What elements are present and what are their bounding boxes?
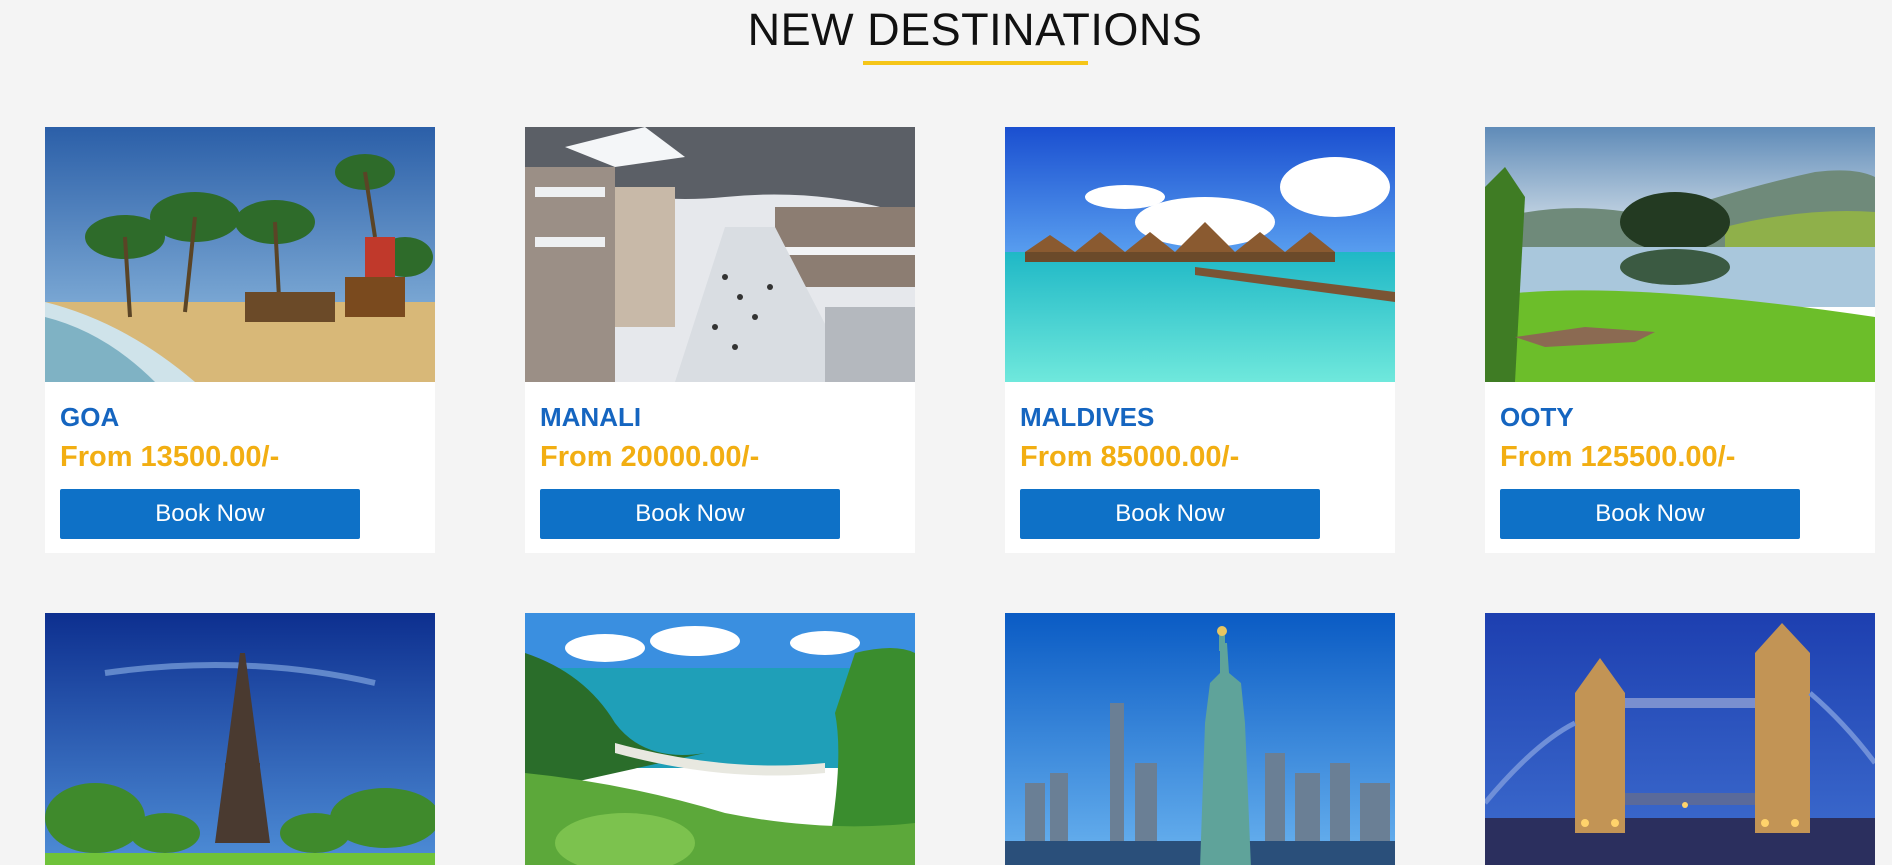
destination-card-new-york xyxy=(1005,613,1395,865)
destination-name: MALDIVES xyxy=(1020,402,1155,432)
destination-name: OOTY xyxy=(1500,402,1574,432)
destination-card-manali: MANALI From 20000.00/- Book Now xyxy=(525,127,915,553)
book-now-button-maldives[interactable]: Book Now xyxy=(1020,489,1320,539)
destination-name: MANALI xyxy=(540,402,642,432)
statue-of-liberty-image[interactable] xyxy=(1005,613,1395,865)
tropical-cove-image[interactable] xyxy=(525,613,915,865)
goa-beach-image[interactable] xyxy=(45,127,435,382)
maldives-water-villas-image[interactable] xyxy=(1005,127,1395,382)
destination-price: From 125500.00/- xyxy=(1500,441,1736,473)
destination-name: GOA xyxy=(60,402,120,432)
destination-price: From 85000.00/- xyxy=(1020,441,1240,473)
destination-card-tropical xyxy=(525,613,915,865)
manali-snow-town-image[interactable] xyxy=(525,127,915,382)
destination-card-ooty: OOTY From 125500.00/- Book Now xyxy=(1485,127,1875,553)
ooty-lake-image[interactable] xyxy=(1485,127,1875,382)
book-now-button-ooty[interactable]: Book Now xyxy=(1500,489,1800,539)
destination-card-london xyxy=(1485,613,1875,865)
title-underline xyxy=(863,61,1088,65)
destination-card-goa: GOA From 13500.00/- Book Now xyxy=(45,127,435,553)
book-now-button-goa[interactable]: Book Now xyxy=(60,489,360,539)
destination-card-paris xyxy=(45,613,435,865)
destination-price: From 20000.00/- xyxy=(540,441,760,473)
destination-price: From 13500.00/- xyxy=(60,441,280,473)
tower-bridge-image[interactable] xyxy=(1485,613,1875,865)
book-now-button-manali[interactable]: Book Now xyxy=(540,489,840,539)
eiffel-tower-image[interactable] xyxy=(45,613,435,865)
section-title: NEW DESTINATIONS xyxy=(747,4,1203,55)
destination-card-maldives: MALDIVES From 85000.00/- Book Now xyxy=(1005,127,1395,553)
